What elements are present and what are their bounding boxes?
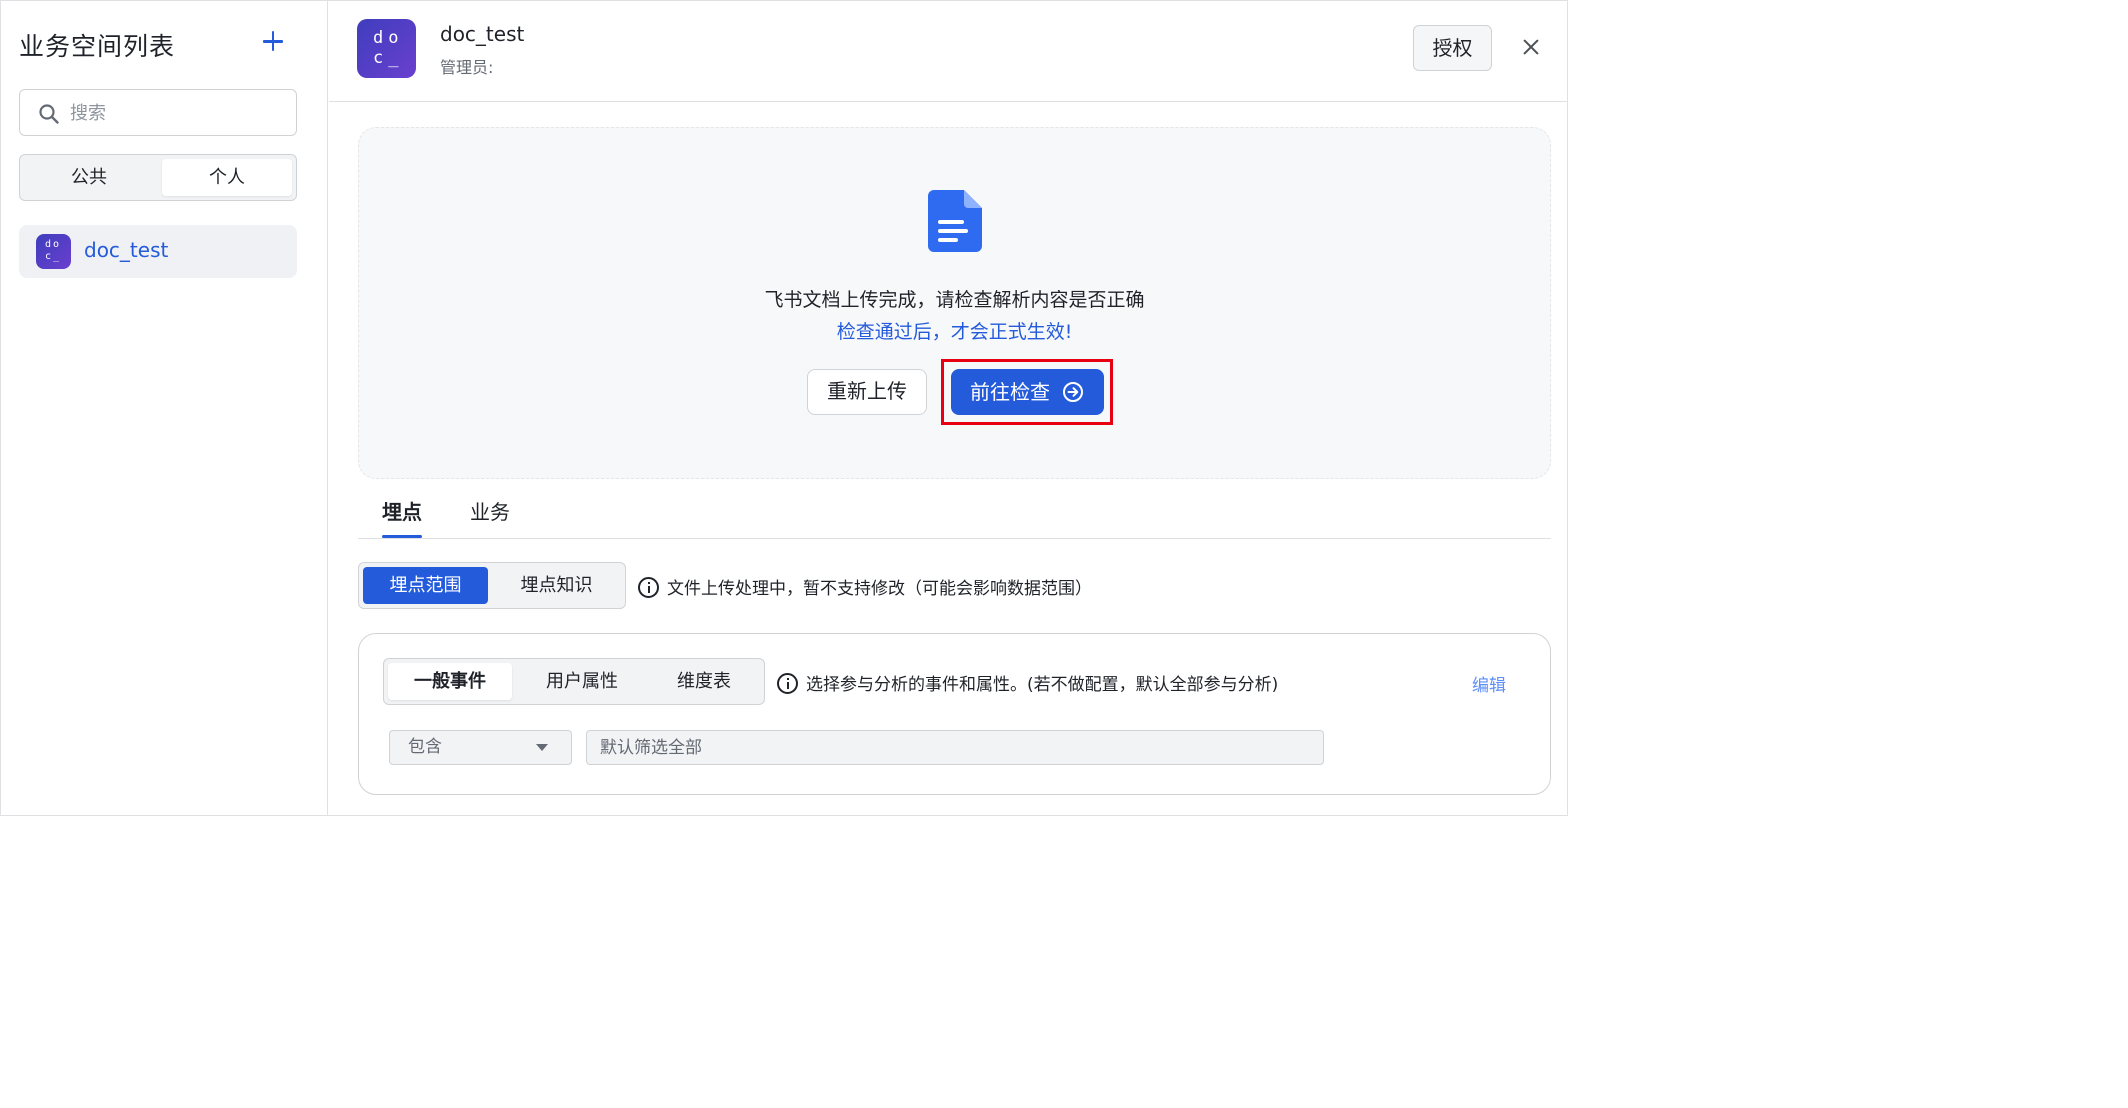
segment-user-properties[interactable]: 用户属性 bbox=[520, 663, 644, 700]
include-select[interactable]: 包含 bbox=[389, 730, 572, 765]
event-type-segmented-control: 一般事件 用户属性 维度表 bbox=[383, 658, 765, 705]
document-icon bbox=[928, 190, 982, 252]
go-check-label: 前往检查 bbox=[970, 380, 1050, 404]
analysis-config-card: 一般事件 用户属性 维度表 选择参与分析的事件和属性。(若不做配置，默认全部参与… bbox=[358, 633, 1551, 795]
sidebar-title: 业务空间列表 bbox=[19, 32, 176, 61]
tab-tracking-points[interactable]: 埋点 bbox=[382, 496, 422, 525]
workspace-avatar: do c_ bbox=[36, 234, 71, 269]
segment-general-events[interactable]: 一般事件 bbox=[388, 663, 512, 700]
arrow-right-circle-icon bbox=[1063, 382, 1083, 402]
processing-notice-text: 文件上传处理中，暂不支持修改（可能会影响数据范围） bbox=[667, 579, 1092, 599]
add-workspace-plus-icon[interactable] bbox=[259, 27, 287, 55]
upload-hint-message: 检查通过后，才会正式生效! bbox=[836, 321, 1073, 343]
upload-complete-message: 飞书文档上传完成，请检查解析内容是否正确 bbox=[764, 289, 1145, 311]
info-icon bbox=[638, 577, 659, 598]
search-box[interactable] bbox=[19, 89, 297, 136]
scope-segmented-control: 公共 个人 bbox=[19, 154, 297, 201]
workspace-label: doc_test bbox=[84, 238, 169, 262]
include-select-value: 包含 bbox=[408, 737, 442, 757]
edit-link[interactable]: 编辑 bbox=[1472, 671, 1506, 696]
scope-tab-personal[interactable]: 个人 bbox=[162, 159, 292, 196]
admin-label: 管理员: bbox=[440, 58, 494, 77]
sidebar: 业务空间列表 公共 个人 doc_ doc_test bbox=[1, 1, 328, 815]
authorize-button[interactable]: 授权 bbox=[1413, 25, 1492, 71]
subtab-tracking-knowledge[interactable]: 埋点知识 bbox=[494, 567, 619, 604]
go-check-button[interactable]: 前往检查 bbox=[951, 369, 1104, 415]
processing-notice: 文件上传处理中，暂不支持修改（可能会影响数据范围） bbox=[638, 574, 1092, 599]
close-icon[interactable] bbox=[1519, 35, 1543, 59]
search-input[interactable] bbox=[70, 98, 280, 128]
subtab-tracking-scope[interactable]: 埋点范围 bbox=[363, 567, 488, 604]
workspace-header: do c_ doc_test 管理员: 授权 bbox=[329, 1, 1567, 102]
tab-business[interactable]: 业务 bbox=[470, 496, 510, 525]
scope-tab-public[interactable]: 公共 bbox=[24, 159, 154, 196]
upload-status-panel: 飞书文档上传完成，请检查解析内容是否正确 检查通过后，才会正式生效! 重新上传 … bbox=[358, 127, 1551, 479]
segment-dimension-table[interactable]: 维度表 bbox=[642, 663, 766, 700]
tracking-subtabs: 埋点范围 埋点知识 bbox=[358, 562, 626, 609]
active-tab-indicator bbox=[382, 535, 422, 538]
search-icon bbox=[39, 104, 59, 124]
config-notice: 选择参与分析的事件和属性。(若不做配置，默认全部参与分析) bbox=[777, 670, 1278, 695]
chevron-down-icon bbox=[536, 744, 548, 751]
filter-input[interactable] bbox=[586, 730, 1324, 765]
workspace-header-avatar: do c_ bbox=[357, 19, 416, 78]
config-notice-text: 选择参与分析的事件和属性。(若不做配置，默认全部参与分析) bbox=[806, 675, 1279, 695]
workspace-title: doc_test bbox=[440, 22, 525, 46]
reupload-button[interactable]: 重新上传 bbox=[807, 369, 927, 415]
app-window: 业务空间列表 公共 个人 doc_ doc_test doc_ doc_test… bbox=[0, 0, 1568, 816]
main-tabs: 埋点 业务 bbox=[358, 491, 1551, 539]
info-icon bbox=[777, 673, 798, 694]
workspace-item-doc-test[interactable]: do c_ doc_test bbox=[19, 225, 297, 278]
